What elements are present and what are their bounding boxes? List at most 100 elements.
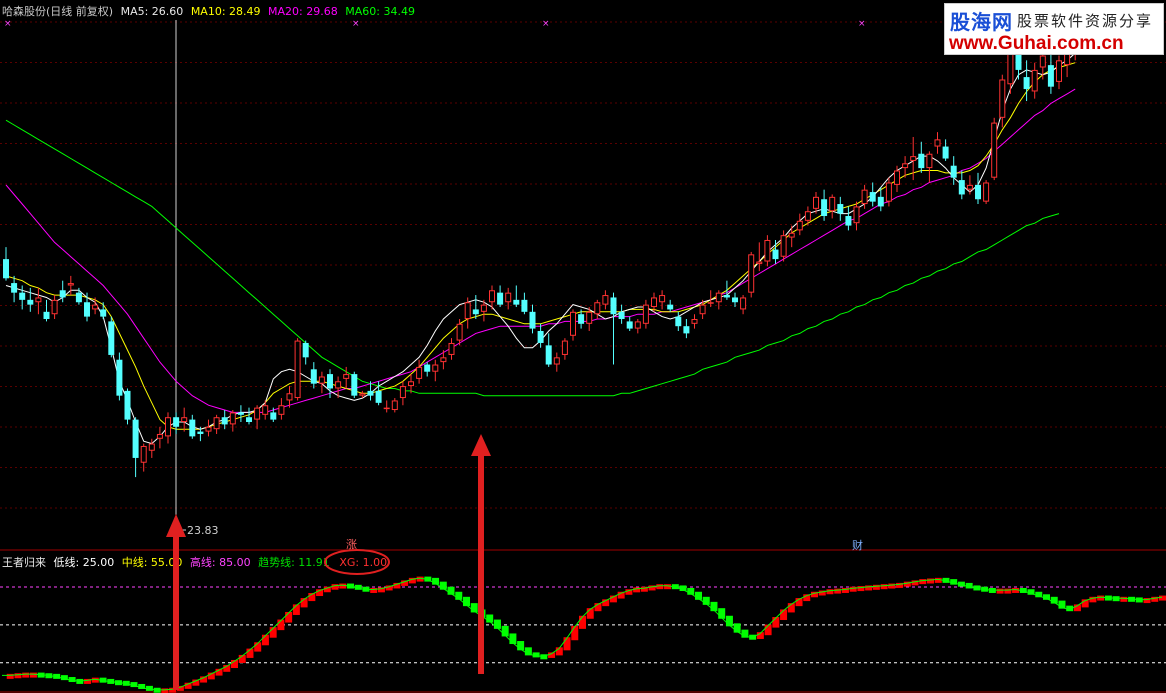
candle[interactable] [934, 132, 941, 154]
candle[interactable] [796, 213, 803, 236]
candle[interactable] [173, 412, 180, 434]
candle[interactable] [788, 225, 795, 248]
candle[interactable] [715, 290, 722, 310]
candle[interactable] [991, 117, 998, 181]
candle[interactable] [950, 156, 957, 185]
candle[interactable] [92, 297, 99, 315]
candle[interactable] [732, 292, 738, 308]
candle[interactable] [691, 314, 698, 329]
stock-chart-window[interactable]: × × × × 哈森股份(日线 前复权) MA5: 26.60 MA10: 28… [0, 0, 1166, 693]
candle[interactable] [213, 414, 220, 434]
candle[interactable] [521, 292, 528, 315]
candle[interactable] [570, 309, 576, 341]
candle[interactable] [181, 407, 188, 432]
candle[interactable] [918, 141, 925, 173]
candle[interactable] [221, 410, 228, 430]
candle[interactable] [278, 398, 285, 420]
candle[interactable] [837, 196, 844, 221]
candle[interactable] [561, 338, 568, 360]
candle[interactable] [43, 299, 50, 322]
candle[interactable] [821, 189, 828, 221]
candle[interactable] [3, 247, 9, 281]
candle[interactable] [497, 285, 504, 308]
candle[interactable] [594, 299, 601, 320]
candlestick-series[interactable] [3, 26, 1079, 478]
candle[interactable] [683, 319, 690, 339]
candle-body [318, 376, 325, 384]
candle[interactable] [383, 400, 390, 413]
candle[interactable] [926, 151, 933, 183]
candle[interactable] [602, 290, 609, 310]
candle[interactable] [351, 371, 358, 399]
candle[interactable] [513, 285, 520, 308]
candle[interactable] [189, 414, 196, 439]
candle[interactable] [618, 304, 625, 324]
candle[interactable] [318, 371, 325, 394]
candle[interactable] [246, 407, 252, 425]
candle[interactable] [748, 251, 755, 298]
candle-body [489, 290, 495, 303]
candle[interactable] [1056, 55, 1062, 90]
candle[interactable] [237, 405, 244, 423]
candle[interactable] [869, 182, 876, 207]
candle[interactable] [553, 352, 560, 372]
candle[interactable] [51, 295, 58, 320]
candle-body [691, 319, 698, 324]
candle[interactable] [310, 362, 317, 389]
candle[interactable] [942, 139, 949, 161]
candle[interactable] [829, 194, 836, 219]
candle[interactable] [416, 359, 423, 384]
candle-body [383, 407, 390, 410]
candle[interactable] [756, 242, 763, 272]
candle[interactable] [116, 352, 123, 401]
candle[interactable] [853, 201, 860, 231]
candle[interactable] [302, 340, 309, 365]
candle[interactable] [958, 170, 965, 200]
candle[interactable] [432, 359, 439, 382]
candle[interactable] [1031, 62, 1038, 99]
candle[interactable] [254, 405, 261, 430]
candle[interactable] [11, 275, 18, 303]
candle[interactable] [408, 374, 414, 394]
candle[interactable] [1039, 50, 1046, 80]
candle[interactable] [634, 319, 641, 334]
candle[interactable] [262, 400, 269, 420]
candle[interactable] [27, 287, 34, 312]
cai-event-marker[interactable]: 财 [852, 538, 863, 552]
candle[interactable] [764, 235, 771, 267]
candle[interactable] [156, 426, 163, 449]
candle[interactable] [845, 206, 852, 231]
candle[interactable] [740, 295, 747, 315]
candle[interactable] [108, 316, 115, 358]
candle[interactable] [399, 381, 406, 406]
candle[interactable] [132, 417, 139, 478]
candle[interactable] [294, 338, 301, 401]
candle[interactable] [966, 175, 973, 195]
candle[interactable] [1047, 53, 1054, 94]
candle[interactable] [529, 304, 536, 334]
candle[interactable] [472, 295, 479, 320]
candle[interactable] [667, 299, 674, 312]
candle[interactable] [448, 338, 455, 360]
candle[interactable] [999, 74, 1006, 128]
candle[interactable] [124, 388, 131, 425]
indicator-series[interactable] [6, 576, 1166, 693]
candle[interactable] [723, 280, 730, 300]
candle[interactable] [659, 290, 666, 310]
candle[interactable] [165, 412, 171, 444]
candle[interactable] [537, 323, 544, 348]
candle[interactable] [610, 292, 617, 365]
candle[interactable] [505, 287, 512, 310]
candle[interactable] [545, 333, 552, 367]
candle[interactable] [100, 302, 107, 320]
candle[interactable] [626, 316, 633, 331]
candle[interactable] [983, 180, 990, 205]
candle[interactable] [391, 398, 398, 413]
candle[interactable] [675, 311, 682, 331]
candle[interactable] [975, 172, 981, 205]
candle[interactable] [424, 362, 431, 377]
candle[interactable] [35, 287, 42, 315]
candle[interactable] [229, 410, 236, 432]
candle[interactable] [642, 299, 649, 329]
candle[interactable] [205, 419, 212, 437]
